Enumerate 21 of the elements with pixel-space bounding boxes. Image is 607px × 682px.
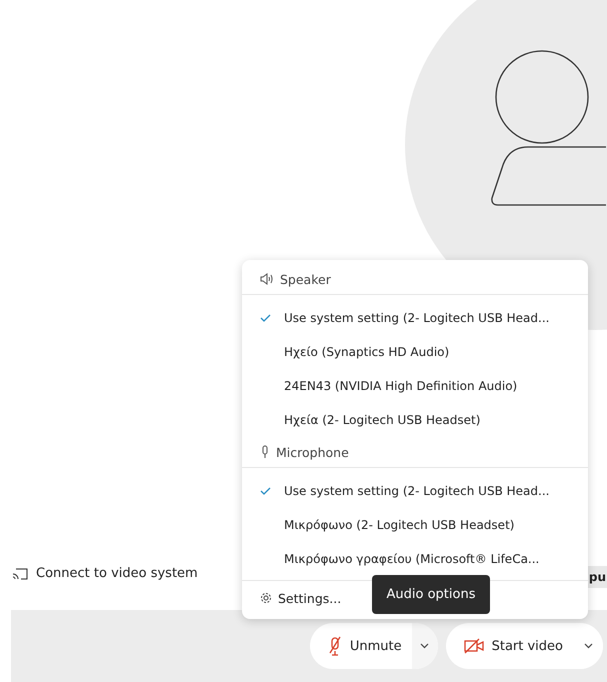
muted-microphone-icon xyxy=(328,636,342,656)
unmute-button[interactable]: Unmute xyxy=(310,623,412,669)
device-option[interactable]: Μικρόφωνο γραφείου (Microsoft® LifeCa... xyxy=(242,542,588,576)
start-video-button[interactable]: Start video xyxy=(446,623,573,669)
microphone-icon xyxy=(260,445,270,459)
section-header: Microphone xyxy=(276,444,349,460)
person-silhouette-icon xyxy=(490,50,607,208)
connect-link[interactable]: Connect to video system xyxy=(36,566,198,581)
tooltip: Audio options xyxy=(372,575,490,614)
device-option[interactable]: Use system setting (2- Logitech USB Head... xyxy=(242,301,588,335)
device-option[interactable]: Ηχείο (Synaptics HD Audio) xyxy=(242,335,588,369)
banner-text: pu xyxy=(588,570,606,584)
device-option[interactable]: 24EN43 (NVIDIA High Definition Audio) xyxy=(242,369,588,403)
device-option[interactable]: Use system setting (2- Logitech USB Head... xyxy=(242,474,588,508)
cast-screen-icon[interactable] xyxy=(12,568,28,580)
settings-icon xyxy=(260,592,272,604)
section-header: Speaker xyxy=(280,272,331,286)
video-off-icon xyxy=(464,638,484,654)
device-option[interactable]: Μικρόφωνο (2- Logitech USB Headset) xyxy=(242,508,588,542)
speaker-icon xyxy=(260,273,274,285)
device-option[interactable]: Ηχεία (2- Logitech USB Headset) xyxy=(242,403,588,437)
